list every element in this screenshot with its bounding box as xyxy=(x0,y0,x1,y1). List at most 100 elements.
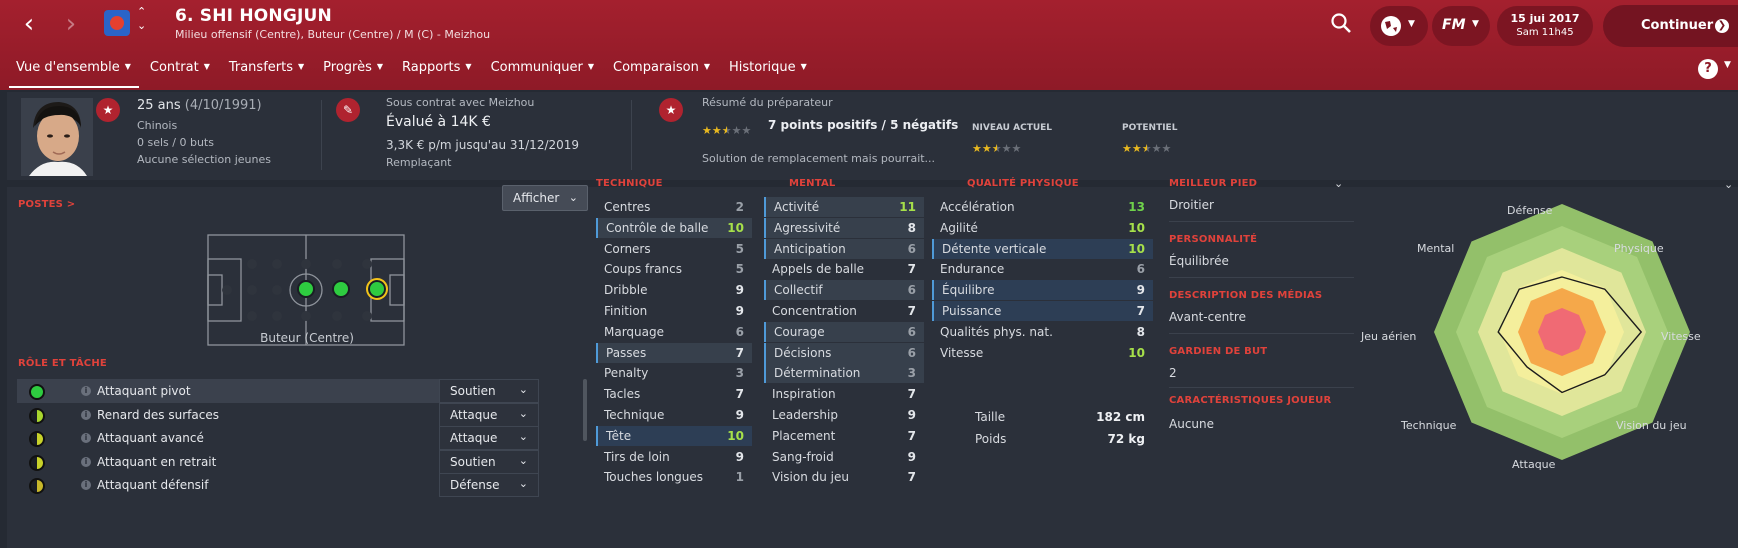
info-icon[interactable]: i xyxy=(81,480,91,490)
attribute-row[interactable]: Passes 7 xyxy=(596,342,752,363)
attribute-row[interactable]: Collectif 6 xyxy=(764,280,924,301)
role-name: Renard des surfaces xyxy=(97,407,219,422)
attribute-row[interactable]: Accélération 13 xyxy=(932,197,1153,217)
position-marker-amc[interactable] xyxy=(332,280,350,298)
attribute-row[interactable]: Placement 7 xyxy=(764,426,924,446)
chevron-down-icon: ⌄ xyxy=(518,477,528,490)
attribute-row[interactable]: Penalty 3 xyxy=(596,363,752,383)
attribute-row[interactable]: Vision du jeu 7 xyxy=(764,467,924,487)
attribute-row[interactable]: Puissance 7 xyxy=(932,301,1153,321)
club-crest-icon[interactable] xyxy=(104,10,130,36)
show-dropdown[interactable]: Afficher ⌄ xyxy=(502,185,588,211)
positions-title[interactable]: POSTES > xyxy=(18,199,75,210)
duty-dropdown[interactable]: Attaque ⌄ xyxy=(439,402,539,427)
chevron-down-icon: ⌄ xyxy=(518,406,528,420)
attribute-row[interactable]: Activité 11 xyxy=(764,197,924,217)
tab-transfers[interactable]: Transferts ▼ xyxy=(222,54,312,88)
duty-dropdown[interactable]: Soutien ⌄ xyxy=(439,449,539,474)
attribute-row[interactable]: Dribble 9 xyxy=(596,280,752,300)
attribute-row[interactable]: Appels de balle 7 xyxy=(764,259,924,279)
attribute-row[interactable]: Tirs de loin 9 xyxy=(596,447,752,467)
role-name: Attaquant défensif xyxy=(97,478,209,492)
attribute-row[interactable]: Sang-froid 9 xyxy=(764,447,924,467)
info-icon[interactable]: i xyxy=(81,456,91,467)
role-row[interactable]: i Attaquant défensif Défense ⌄ xyxy=(17,473,539,497)
info-icon[interactable]: i xyxy=(81,386,91,396)
role-row[interactable]: i Attaquant avancé Attaque ⌄ xyxy=(17,426,539,450)
world-menu-button[interactable]: ▼ xyxy=(1370,6,1428,46)
youth-caps: Aucune sélection jeunes xyxy=(137,153,271,166)
tab-communicate[interactable]: Communiquer ▼ xyxy=(484,54,602,88)
selected-position-label: Buteur (Centre) xyxy=(260,331,354,345)
attribute-row[interactable]: Concentration 7 xyxy=(764,301,924,321)
attribute-value: 3 xyxy=(907,366,916,381)
radar-chevron-icon[interactable]: ⌄ xyxy=(1724,178,1733,191)
attribute-row[interactable]: Agressivité 8 xyxy=(764,217,924,238)
game-date[interactable]: 15 jui 2017 Sam 11h45 xyxy=(1497,6,1593,46)
attribute-value: 6 xyxy=(1136,262,1145,277)
position-marker-mc[interactable] xyxy=(297,280,315,298)
info-icon[interactable]: i xyxy=(81,433,91,443)
info-icon[interactable]: i xyxy=(81,409,91,420)
role-name: Attaquant en retrait xyxy=(97,454,217,469)
radar-label-technique: Technique xyxy=(1401,419,1457,432)
attribute-row[interactable]: Corners 5 xyxy=(596,239,752,259)
tab-overview[interactable]: Vue d'ensemble ▼ xyxy=(9,54,139,88)
coach-note[interactable]: Solution de remplacement mais pourrait..… xyxy=(702,152,935,165)
attribute-row[interactable]: Technique 9 xyxy=(596,405,752,425)
chevron-down-icon[interactable]: ⌄ xyxy=(137,20,146,32)
duty-dropdown[interactable]: Attaque ⌄ xyxy=(439,426,539,450)
forward-arrow-icon[interactable]: › xyxy=(56,10,86,40)
role-row[interactable]: i Attaquant pivot Soutien ⌄ xyxy=(17,379,539,403)
attribute-row[interactable]: Finition 9 xyxy=(596,301,752,321)
attribute-row[interactable]: Détente verticale 10 xyxy=(932,238,1153,259)
attribute-row[interactable]: Endurance 6 xyxy=(932,259,1153,279)
role-row[interactable]: i Attaquant en retrait Soutien ⌄ xyxy=(17,449,539,474)
duty-label: Défense xyxy=(450,478,500,492)
help-chevron-icon[interactable]: ▼ xyxy=(1724,60,1731,70)
attribute-row[interactable]: Leadership 9 xyxy=(764,405,924,425)
attribute-value: 7 xyxy=(907,304,916,318)
attribute-row[interactable]: Agilité 10 xyxy=(932,218,1153,238)
divider xyxy=(321,100,322,170)
attribute-row[interactable]: Touches longues 1 xyxy=(596,467,752,487)
position-marker-st[interactable] xyxy=(366,278,388,300)
attribute-row[interactable]: Inspiration 7 xyxy=(764,384,924,404)
continue-button[interactable]: Continuer ❯ xyxy=(1603,5,1738,47)
duty-dropdown[interactable]: Défense ⌄ xyxy=(439,473,539,497)
tab-progress[interactable]: Progrès ▼ xyxy=(316,54,391,88)
attribute-row[interactable]: Marquage 6 xyxy=(596,322,752,342)
tab-contract[interactable]: Contrat ▼ xyxy=(143,54,218,88)
attribute-row[interactable]: Tacles 7 xyxy=(596,384,752,404)
back-arrow-icon[interactable]: ‹ xyxy=(14,10,44,40)
help-icon[interactable]: ? xyxy=(1698,59,1718,79)
media-title: DESCRIPTION DES MÉDIAS xyxy=(1169,290,1323,301)
tab-history[interactable]: Historique ▼ xyxy=(722,54,815,88)
chevron-up-icon[interactable]: ⌃ xyxy=(137,6,146,18)
info-chevron-icon[interactable]: ⌄ xyxy=(1334,177,1343,190)
attribute-row[interactable]: Détermination 3 xyxy=(764,363,924,384)
fm-menu-button[interactable]: FM ▼ xyxy=(1432,6,1490,46)
attribute-value: 9 xyxy=(907,449,916,464)
attribute-row[interactable]: Décisions 6 xyxy=(764,342,924,363)
attribute-row[interactable]: Qualités phys. nat. 8 xyxy=(932,322,1153,342)
attribute-row[interactable]: Centres 2 xyxy=(596,197,752,217)
attribute-row[interactable]: Anticipation 6 xyxy=(764,238,924,259)
duty-dropdown[interactable]: Soutien ⌄ xyxy=(439,379,539,403)
radar-label-physique: Physique xyxy=(1614,242,1664,255)
role-row[interactable]: i Renard des surfaces Attaque ⌄ xyxy=(17,402,539,427)
attribute-row[interactable]: Courage 6 xyxy=(764,321,924,342)
attribute-row[interactable]: Vitesse 10 xyxy=(932,343,1153,363)
contract-icon: ✎ xyxy=(336,98,360,122)
attribute-row[interactable]: Contrôle de balle 10 xyxy=(596,217,752,238)
attribute-row[interactable]: Coups francs 5 xyxy=(596,259,752,279)
attribute-row[interactable]: Équilibre 9 xyxy=(932,280,1153,301)
tab-bar: Vue d'ensemble ▼ Contrat ▼ Transferts ▼ Pro… xyxy=(0,54,819,88)
roles-scrollbar[interactable] xyxy=(583,379,587,441)
tab-reports[interactable]: Rapports ▼ xyxy=(395,54,480,88)
attribute-row[interactable]: Tête 10 xyxy=(596,425,752,446)
tab-comparison[interactable]: Comparaison ▼ xyxy=(606,54,718,88)
search-icon[interactable] xyxy=(1330,12,1352,34)
physical-title: QUALITÉ PHYSIQUE xyxy=(967,178,1079,189)
attribute-value: 6 xyxy=(907,345,916,360)
